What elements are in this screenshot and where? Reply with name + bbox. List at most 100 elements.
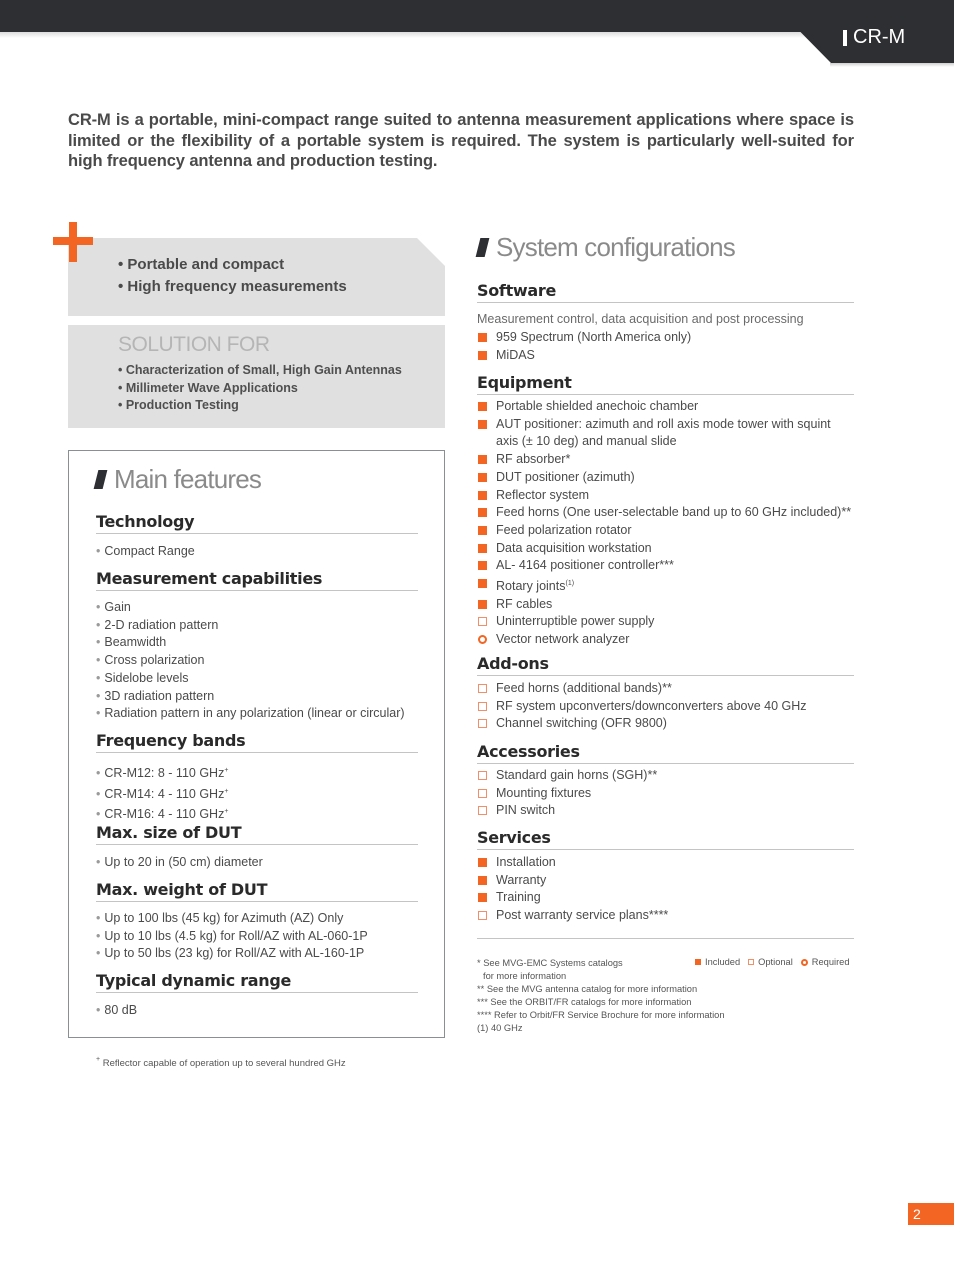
feature-item: Up to 10 lbs (4.5 kg) for Roll/AZ with A… [96, 928, 367, 946]
config-item: Mounting fixtures [477, 785, 854, 803]
config-item-label: Training [496, 890, 541, 905]
config-heading-services: Services [477, 828, 854, 850]
solution-for-title: SOLUTION FOR [118, 333, 270, 356]
config-item-label: Installation [496, 855, 556, 869]
config-item: Feed horns (One user-selectable band up … [477, 504, 854, 522]
config-item: Standard gain horns (SGH)** [477, 767, 854, 785]
config-item: DUT positioner (azimuth) [477, 469, 854, 487]
feature-item: Beamwidth [96, 634, 405, 652]
system-configurations-title: System configurations [475, 232, 736, 263]
feature-list-frequency: CR-M12: 8 - 110 GHz+ CR-M14: 4 - 110 GHz… [96, 762, 228, 824]
config-item-label: RF system upconverters/downconverters ab… [496, 698, 807, 713]
equipment-list: Portable shielded anechoic chamber AUT po… [477, 398, 854, 649]
included-square-icon [478, 490, 487, 500]
included-square-icon [478, 472, 487, 482]
footnote: for more information [483, 971, 567, 981]
feature-list-technology: Compact Range [96, 543, 194, 561]
solution-item: • Millimeter Wave Applications [118, 380, 298, 395]
optional-square-icon [478, 617, 487, 627]
footnote: ** See the MVG antenna catalog for more … [477, 984, 698, 994]
accessories-list: Standard gain horns (SGH)** Mounting fixt… [477, 767, 854, 820]
footnotes: * See MVG-EMC Systems catalogs for more … [477, 957, 725, 1035]
config-item-label: AUT positioner: azimuth and roll axis mo… [496, 416, 831, 449]
product-name: CR-M [853, 26, 906, 48]
included-square-icon [478, 402, 487, 411]
legend-included: Included [695, 957, 740, 967]
config-item-label: Standard gain horns (SGH)** [496, 768, 658, 782]
config-item-label: Data acquisition workstation [496, 540, 652, 555]
software-description: Measurement control, data acquisition an… [477, 312, 804, 326]
config-item: PIN switch [477, 802, 854, 820]
footnote: **** Refer to Orbit/FR Service Brochure … [477, 1010, 725, 1020]
config-heading-addons: Add-ons [477, 654, 854, 676]
included-square-icon [478, 455, 487, 465]
feature-item: Up to 100 lbs (45 kg) for Azimuth (AZ) O… [96, 910, 368, 928]
config-item: Feed horns (additional bands)** [477, 680, 854, 698]
config-item-label: Rotary joints [496, 579, 566, 594]
config-item-label: RF cables [496, 596, 553, 611]
config-item-label: 959 Spectrum (North America only) [496, 330, 692, 344]
included-square-icon [478, 333, 487, 342]
config-item-label: Vector network analyzer [496, 632, 630, 647]
required-circle-icon [478, 635, 487, 645]
solution-item: • Production Testing [118, 398, 239, 412]
feature-heading-measurement: Measurement capabilities [96, 569, 418, 591]
config-item-label: MiDAS [496, 347, 535, 362]
config-item: Installation [477, 854, 854, 872]
config-item: Post warranty service plans**** [477, 907, 854, 925]
config-heading-software: Software [477, 281, 854, 303]
config-item: Training [477, 889, 854, 907]
feature-item: Sidelobe levels [96, 670, 405, 688]
legend-optional: Optional [748, 957, 793, 967]
config-item-label: Channel switching (OFR 9800) [496, 716, 667, 731]
config-item-label: Post warranty service plans**** [496, 908, 669, 923]
highlight-item: • Portable and compact [118, 256, 285, 273]
main-features-title-text: Main features [114, 464, 262, 494]
config-item: RF absorber* [477, 451, 854, 469]
plus-icon [53, 222, 93, 262]
intro-paragraph: CR-M is a portable, mini-compact range s… [68, 111, 854, 170]
config-item-label: PIN switch [496, 803, 556, 818]
included-square-icon [478, 525, 487, 535]
feature-list-measurement: Gain 2-D radiation pattern Beamwidth Cro… [96, 599, 405, 723]
slash-icon [93, 470, 108, 489]
feature-heading-frequency: Frequency bands [96, 731, 418, 753]
feature-item: Up to 50 lbs (23 kg) for Roll/AZ with AL… [96, 945, 368, 963]
footnote: *** See the ORBIT/FR catalogs for more i… [477, 997, 692, 1007]
footnote: * See MVG-EMC Systems catalogs [477, 958, 623, 968]
included-square-icon [478, 579, 487, 589]
highlight-item: • High frequency measurements [118, 278, 347, 295]
included-square-icon [478, 599, 487, 609]
config-item-label: Mounting fixtures [496, 785, 592, 800]
feature-heading-dynamic-range: Typical dynamic range [96, 971, 418, 993]
feature-item: CR-M16: 4 - 110 GHz+ [96, 803, 228, 824]
optional-square-icon [478, 788, 487, 798]
config-item: Uninterruptible power supply [477, 613, 854, 631]
config-item: Feed polarization rotator [477, 522, 854, 540]
feature-item: Cross polarization [96, 652, 405, 670]
config-item: Portable shielded anechoic chamber [477, 398, 854, 416]
page-number: 2 [908, 1203, 954, 1225]
config-item: Data acquisition workstation [477, 540, 854, 558]
config-item-label: Portable shielded anechoic chamber [496, 399, 699, 413]
feature-list-dynamic-range: 80 dB [96, 1002, 137, 1020]
included-square-icon [695, 959, 701, 965]
solution-for-list: • Characterization of Small, High Gain A… [118, 362, 402, 415]
optional-square-icon [478, 684, 487, 693]
addons-list: Feed horns (additional bands)** RF system… [477, 680, 854, 733]
config-item: Rotary joints(1) [477, 575, 854, 596]
included-square-icon [478, 543, 487, 553]
config-item-label: RF absorber* [496, 452, 571, 467]
optional-square-icon [478, 771, 487, 780]
feature-heading-technology: Technology [96, 512, 418, 534]
feature-item: Up to 20 in (50 cm) diameter [96, 854, 262, 872]
top-bar-shadow [0, 32, 820, 38]
footnote: (1) 40 GHz [477, 1023, 523, 1033]
config-item-label: Warranty [496, 872, 547, 887]
feature-item: 80 dB [96, 1002, 137, 1020]
optional-square-icon [478, 806, 487, 816]
feature-heading-max-weight: Max. weight of DUT [96, 880, 418, 902]
reflector-footnote: + Reflector capable of operation up to s… [96, 1056, 346, 1069]
product-tab-label: CR-M [843, 26, 905, 49]
feature-list-max-size: Up to 20 in (50 cm) diameter [96, 854, 262, 872]
